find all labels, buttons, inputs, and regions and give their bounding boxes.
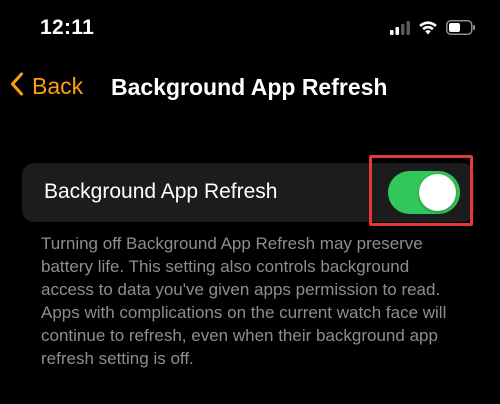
status-bar: 12:11 xyxy=(0,0,500,60)
cellular-signal-icon xyxy=(390,20,410,40)
battery-icon xyxy=(446,20,476,40)
back-button[interactable]: Back xyxy=(10,72,83,101)
setting-description: Turning off Background App Refresh may p… xyxy=(41,234,447,368)
wifi-icon xyxy=(418,20,438,40)
back-label: Back xyxy=(32,73,84,99)
status-time: 12:11 xyxy=(40,16,95,39)
background-app-refresh-toggle[interactable] xyxy=(388,171,460,214)
setting-label: Background App Refresh xyxy=(44,180,278,203)
chevron-left-icon xyxy=(10,72,24,101)
toggle-knob xyxy=(419,174,456,211)
status-icons xyxy=(390,20,476,40)
navigation-bar: Back Background App Refresh xyxy=(0,66,500,110)
page-title: Background App Refresh xyxy=(111,74,388,100)
